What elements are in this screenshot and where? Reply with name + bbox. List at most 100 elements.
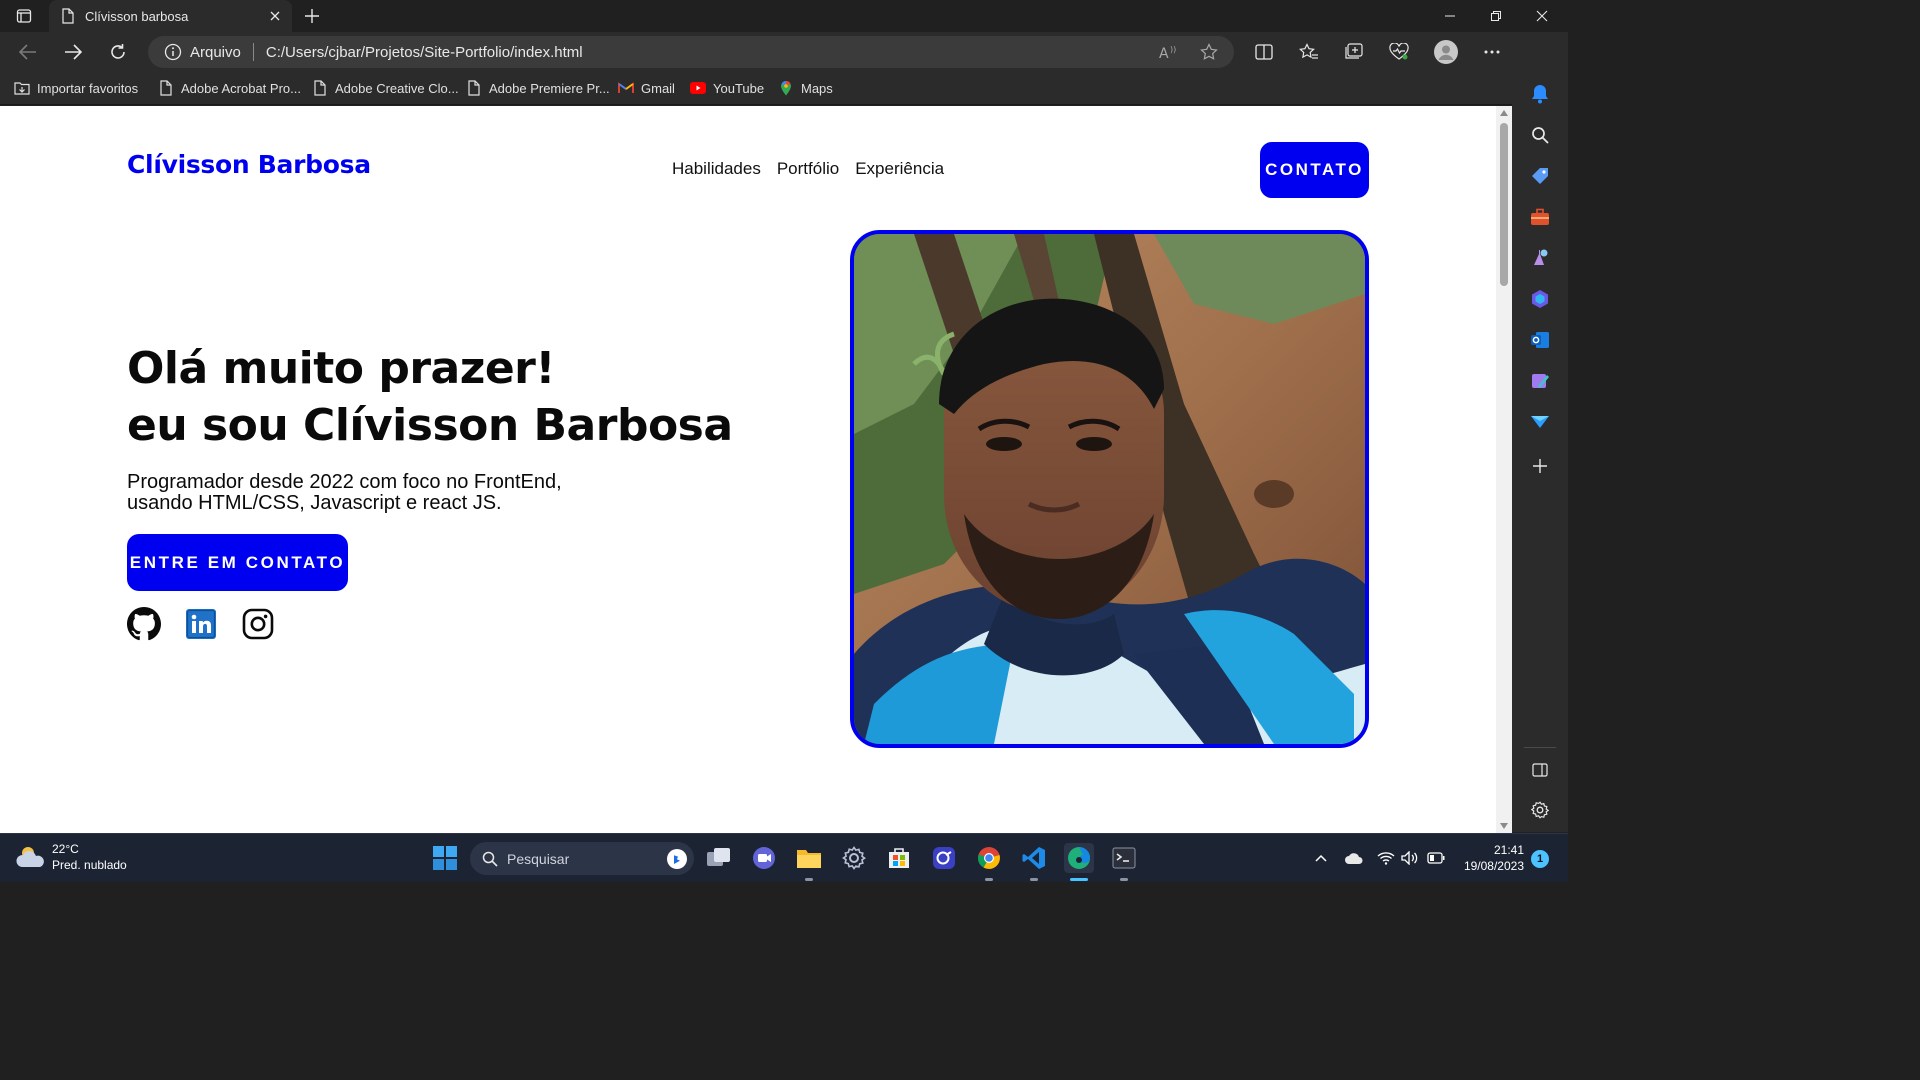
task-view-icon[interactable] [704, 843, 734, 873]
nav-link-habilidades[interactable]: Habilidades [672, 159, 761, 179]
weather-temperature: 22°C [52, 842, 79, 856]
address-bar[interactable]: Arquivo C:/Users/cjbar/Projetos/Site-Por… [148, 36, 1234, 68]
active-app-indicator [1070, 878, 1088, 881]
favorite-star-icon[interactable] [1198, 42, 1220, 62]
hero-subtitle: Programador desde 2022 com foco no Front… [127, 472, 562, 514]
new-tab-icon[interactable] [300, 4, 324, 28]
address-toolbar: Arquivo C:/Users/cjbar/Projetos/Site-Por… [0, 32, 1568, 72]
settings-app-icon[interactable] [839, 843, 869, 873]
wifi-icon[interactable] [1376, 848, 1396, 868]
drop-send-icon[interactable] [1528, 410, 1552, 434]
profile-avatar-icon[interactable] [1432, 38, 1460, 66]
tools-toolbox-icon[interactable] [1528, 205, 1552, 229]
weather-widget[interactable]: 22°C Pred. nublado [16, 841, 127, 873]
svg-text:)): )) [1170, 45, 1176, 54]
import-favorites-icon [14, 80, 30, 96]
bookmark-youtube[interactable]: YouTube [690, 78, 764, 98]
instagram-icon[interactable] [241, 607, 275, 641]
system-clock[interactable]: 21:41 19/08/2023 [1456, 842, 1524, 874]
more-options-icon[interactable] [1479, 40, 1505, 64]
microsoft-365-icon[interactable] [1528, 287, 1552, 311]
notifications-bell-icon[interactable] [1528, 82, 1552, 106]
games-icon[interactable] [1528, 246, 1552, 270]
github-icon[interactable] [127, 607, 161, 641]
designer-icon[interactable] [1528, 369, 1552, 393]
bookmark-gmail[interactable]: Gmail [618, 78, 675, 98]
collections-icon[interactable] [1341, 40, 1367, 64]
favorites-icon[interactable] [1296, 40, 1322, 64]
restore-icon[interactable] [1473, 0, 1519, 32]
minimize-icon[interactable] [1427, 0, 1473, 32]
nav-link-experiencia[interactable]: Experiência [855, 159, 944, 179]
windows-start-icon[interactable] [430, 843, 460, 873]
volume-icon[interactable] [1400, 848, 1420, 868]
page-scrollbar[interactable] [1496, 106, 1512, 833]
address-separator [252, 43, 254, 61]
bookmark-import[interactable]: Importar favoritos [14, 78, 138, 98]
bookmark-label: Adobe Creative Clo... [335, 80, 459, 96]
tab-actions-icon[interactable] [12, 6, 36, 26]
bookmark-adobe-creative-cloud[interactable]: Adobe Creative Clo... [312, 78, 459, 98]
shopping-tag-icon[interactable] [1528, 164, 1552, 188]
vscode-icon[interactable] [1019, 843, 1049, 873]
close-tab-icon[interactable] [264, 5, 286, 27]
weather-description: Pred. nublado [52, 858, 127, 872]
partly-cloudy-icon [16, 843, 46, 871]
address-url[interactable]: C:/Users/cjbar/Projetos/Site-Portfolio/i… [266, 44, 583, 61]
bookmark-label: Maps [801, 80, 833, 96]
nav-link-portfolio[interactable]: Portfólio [777, 159, 839, 179]
svg-text:A: A [1159, 46, 1169, 60]
hide-sidebar-icon[interactable] [1528, 758, 1552, 782]
microsoft-store-icon[interactable] [884, 843, 914, 873]
split-screen-icon[interactable] [1251, 40, 1277, 64]
contact-button[interactable]: CONTATO [1260, 142, 1369, 198]
page-viewport: Clívisson Barbosa Habilidades Portfólio … [0, 106, 1496, 833]
active-tab[interactable]: Clívisson barbosa [49, 0, 292, 32]
browser-essentials-icon[interactable] [1386, 40, 1412, 64]
forward-icon[interactable] [59, 38, 87, 66]
taskbar-search[interactable]: Pesquisar [470, 842, 694, 875]
page-favicon-icon [61, 8, 75, 24]
bing-icon [666, 848, 688, 870]
clock-time: 21:41 [1493, 843, 1524, 857]
running-indicator [1030, 878, 1038, 881]
scroll-down-arrow-icon[interactable] [1500, 823, 1508, 829]
file-explorer-icon[interactable] [794, 843, 824, 873]
bookmark-adobe-premiere[interactable]: Adobe Premiere Pr... [466, 78, 610, 98]
bookmark-label: Importar favoritos [37, 80, 139, 96]
add-sidebar-app-icon[interactable] [1528, 454, 1552, 478]
site-logo[interactable]: Clívisson Barbosa [127, 150, 371, 179]
hero-subtitle-line2: usando HTML/CSS, Javascript e react JS. [127, 492, 502, 514]
bookmark-maps[interactable]: Maps [778, 78, 833, 98]
bookmark-label: Gmail [641, 80, 675, 96]
back-icon[interactable] [14, 38, 42, 66]
chrome-icon[interactable] [974, 843, 1004, 873]
bookmark-adobe-acrobat[interactable]: Adobe Acrobat Pro... [158, 78, 301, 98]
get-in-touch-button[interactable]: ENTRE EM CONTATO [127, 534, 348, 591]
onedrive-cloud-icon[interactable] [1344, 848, 1364, 868]
search-icon[interactable] [1528, 123, 1552, 147]
hero-subtitle-line1: Programador desde 2022 com foco no Front… [127, 471, 562, 493]
scrollbar-thumb[interactable] [1500, 123, 1508, 286]
bookmark-label: YouTube [713, 80, 765, 96]
tab-bar: Clívisson barbosa [0, 0, 1568, 32]
edge-sidebar [1512, 32, 1568, 832]
teams-chat-icon[interactable] [749, 843, 779, 873]
info-icon[interactable] [164, 43, 182, 61]
bookmark-label: Adobe Acrobat Pro... [181, 80, 301, 96]
settings-gear-icon[interactable] [1528, 798, 1552, 822]
linkedin-icon[interactable] [184, 607, 218, 641]
copilot-app-icon[interactable] [929, 843, 959, 873]
edge-browser-icon[interactable] [1064, 843, 1094, 873]
outlook-icon[interactable] [1528, 328, 1552, 352]
read-aloud-icon[interactable]: A)) [1158, 42, 1180, 62]
maps-pin-icon [778, 80, 794, 96]
notification-badge[interactable]: 1 [1531, 850, 1549, 868]
battery-icon[interactable] [1426, 848, 1446, 868]
refresh-icon[interactable] [104, 38, 132, 66]
show-hidden-icons-chevron-icon[interactable] [1311, 848, 1331, 868]
profile-photo [850, 230, 1369, 748]
terminal-icon[interactable] [1109, 843, 1139, 873]
close-window-icon[interactable] [1519, 0, 1565, 32]
scroll-up-arrow-icon[interactable] [1500, 110, 1508, 116]
